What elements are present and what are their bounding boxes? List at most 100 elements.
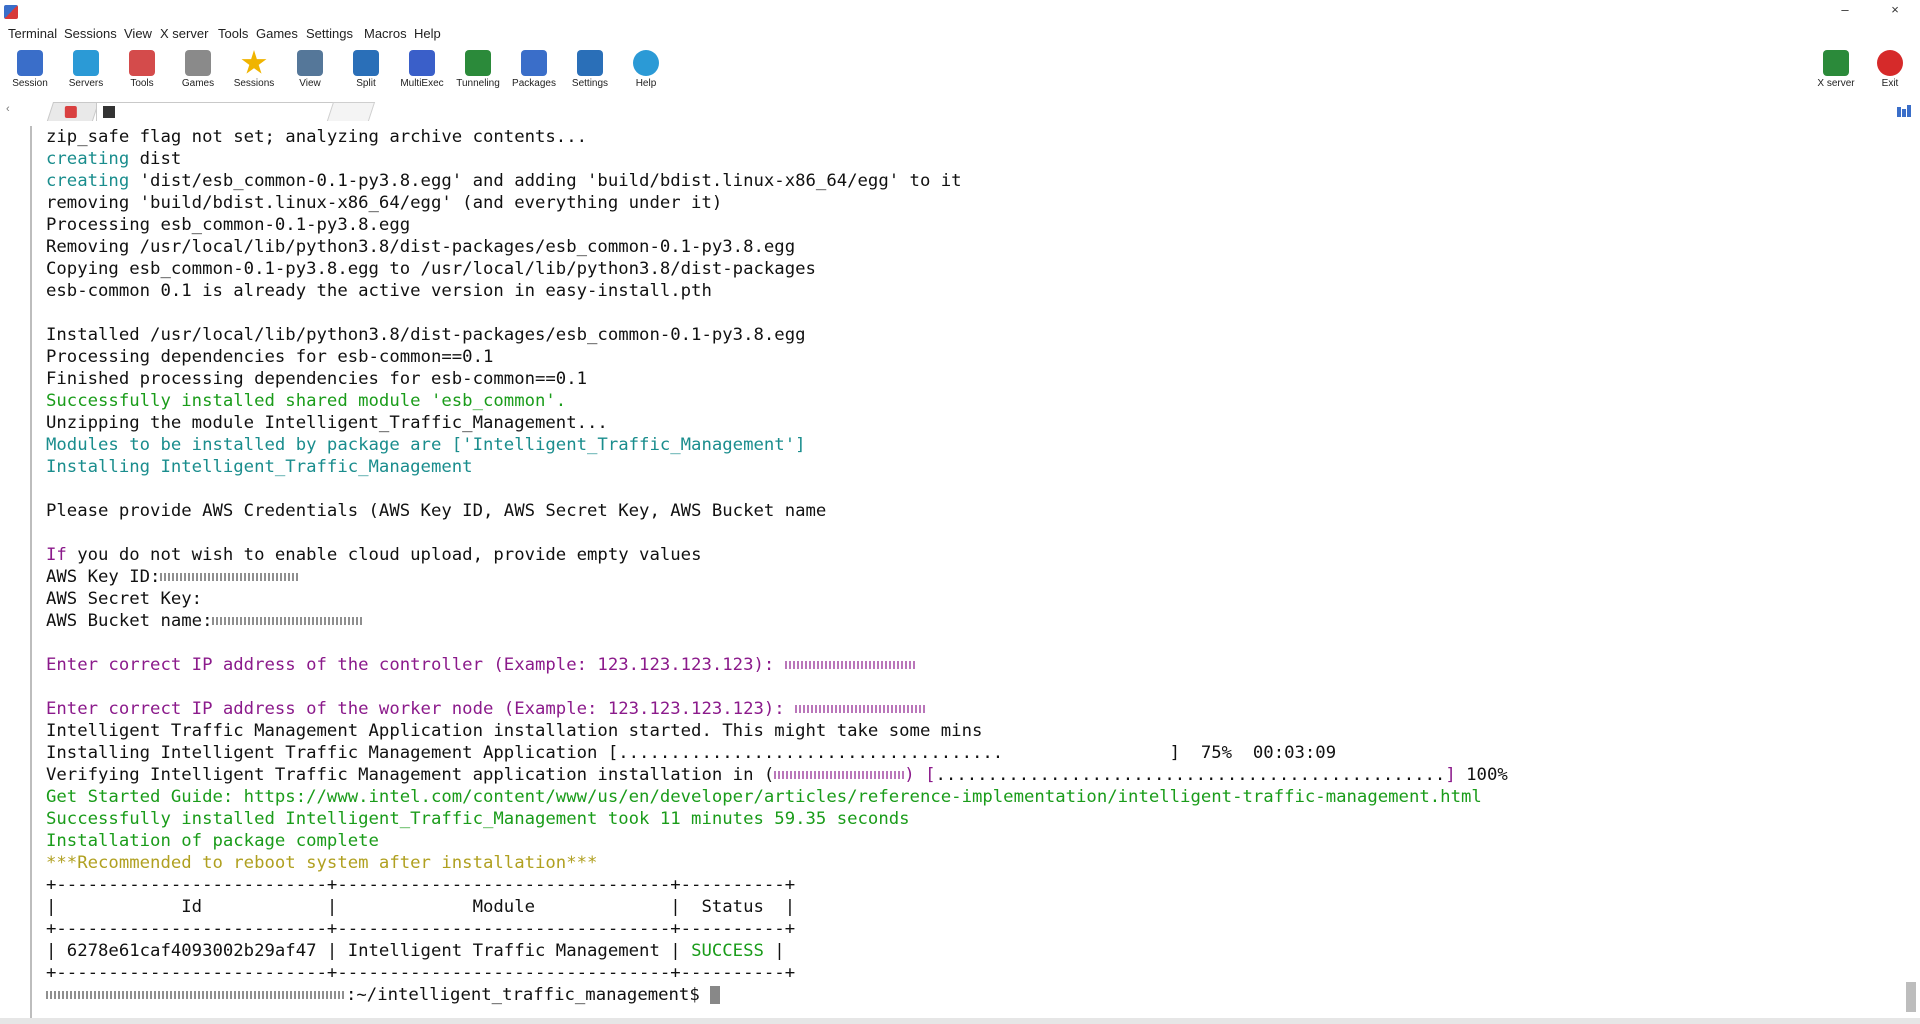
menu-settings[interactable]: Settings [306,26,353,41]
terminal-segment: Installing Intelligent_Traffic_Managemen… [46,457,473,477]
terminal-segment: Installing Intelligent Traffic Managemen… [46,743,1337,763]
toolbar-button-x-server[interactable]: X server [1808,48,1864,92]
exit-icon [1877,50,1903,76]
packages-icon [521,50,547,76]
tab-scroll-left-button[interactable]: ‹ [6,103,10,115]
toolbar-button-tunneling[interactable]: Tunneling [450,48,506,92]
toolbar-button-servers[interactable]: Servers [58,48,114,92]
help-icon [633,50,659,76]
terminal-line: Installing Intelligent_Traffic_Managemen… [46,456,1902,478]
terminal-segment: Installation of package complete [46,831,379,851]
toolbar-button-help[interactable]: Help [618,48,674,92]
tab-home[interactable] [46,102,100,121]
toolbar-label: Help [635,78,657,89]
terminal-segment: Successfully installed Intelligent_Traff… [46,809,910,829]
toolbar-label: Sessions [233,78,275,89]
terminal-line: +--------------------------+------------… [46,874,1902,896]
redacted-text [774,771,905,779]
toolbar-button-multiexec[interactable]: MultiExec [394,48,450,92]
terminal-icon [103,106,115,118]
toolbar-button-sessions[interactable]: Sessions [226,48,282,92]
toolbar-button-split[interactable]: Split [338,48,394,92]
toolbar-label: X server [1817,78,1855,89]
terminal-line: Installation of package complete [46,830,1902,852]
settings-icon [577,50,603,76]
terminal-segment: :~/intelligent_traffic_management$ [346,985,711,1005]
terminal-segment: esb-common 0.1 is already the active ver… [46,281,712,301]
terminal-segment: removing 'build/bdist.linux-x86_64/egg' … [46,193,723,213]
status-bar [0,1018,1920,1024]
terminal-line: Verifying Intelligent Traffic Management… [46,764,1902,786]
toolbar-label: MultiExec [400,78,444,89]
pin-icon[interactable] [1896,104,1912,118]
multiexec-icon [409,50,435,76]
tab-session[interactable] [96,102,338,121]
terminal-segment: AWS Bucket name: [46,611,213,631]
terminal-segment: ***Recommended to reboot system after in… [46,853,598,873]
terminal-line: Enter correct IP address of the worker n… [46,698,1902,720]
terminal-segment: Copying esb_common-0.1-py3.8.egg to /usr… [46,259,816,279]
terminal-line: +--------------------------+------------… [46,918,1902,940]
toolbar-button-tools[interactable]: Tools [114,48,170,92]
toolbar-button-settings[interactable]: Settings [562,48,618,92]
terminal-segment: | Id | Module | Status | [46,897,796,917]
session-icon [17,50,43,76]
terminal-line: Get Started Guide: https://www.intel.com… [46,786,1902,808]
redacted-text [784,661,915,669]
terminal-segment: Successfully installed shared module 'es… [46,391,567,411]
view-icon [297,50,323,76]
tunneling-icon [465,50,491,76]
terminal-segment: 100% [1455,765,1508,785]
terminal-segment: you do not wish to enable cloud upload, … [66,545,702,565]
terminal-segment: Enter correct IP address of the worker n… [46,699,796,719]
terminal-line: +--------------------------+------------… [46,962,1902,984]
terminal-text: zip_safe flag not set; analyzing archive… [32,126,1902,1006]
toolbar: Session Servers Tools Games Sessions View Spli… [0,44,1920,94]
toolbar-button-exit[interactable]: Exit [1862,48,1918,92]
terminal-segment: 'dist/esb_common-0.1-py3.8.egg' and addi… [129,171,962,191]
terminal-segment: AWS Key ID: [46,567,161,587]
terminal-segment: Installed /usr/local/lib/python3.8/dist-… [46,325,806,345]
menu-xserver[interactable]: X server [160,26,208,41]
redacted-text [46,991,346,999]
xserver-icon [1823,50,1849,76]
terminal-output[interactable]: zip_safe flag not set; analyzing archive… [30,126,1902,1024]
toolbar-button-packages[interactable]: Packages [506,48,562,92]
terminal-segment: Unzipping the module Intelligent_Traffic… [46,413,608,433]
terminal-scrollbar[interactable] [1904,126,1918,1024]
terminal-line: AWS Bucket name: [46,610,1902,632]
terminal-line: Processing dependencies for esb-common==… [46,346,1902,368]
toolbar-label: Session [12,78,48,89]
terminal-segment: SUCCESS [691,941,764,961]
toolbar-label: Exit [1881,78,1899,89]
menu-games[interactable]: Games [256,26,298,41]
toolbar-button-session[interactable]: Session [2,48,58,92]
tools-icon [129,50,155,76]
terminal-line: esb-common 0.1 is already the active ver… [46,280,1902,302]
terminal-line: | 6278e61caf4093002b29af47 | Intelligent… [46,940,1902,962]
toolbar-button-games[interactable]: Games [170,48,226,92]
toolbar-label: Tunneling [456,78,500,89]
terminal-segment: Get Started Guide: https://www.intel.com… [46,787,1482,807]
tab-new[interactable] [326,102,376,121]
menu-help[interactable]: Help [414,26,441,41]
toolbar-button-view[interactable]: View [282,48,338,92]
menu-macros[interactable]: Macros [364,26,407,41]
terminal-cursor [710,986,721,1004]
terminal-line: AWS Secret Key: [46,588,1902,610]
menu-view[interactable]: View [124,26,152,41]
terminal-segment: dist [129,149,182,169]
minimize-button[interactable]: – [1834,2,1856,17]
terminal-line: Installing Intelligent Traffic Managemen… [46,742,1902,764]
menu-tools[interactable]: Tools [218,26,248,41]
terminal-segment: +--------------------------+------------… [46,875,796,895]
menu-sessions[interactable]: Sessions [64,26,117,41]
terminal-line: Modules to be installed by package are [… [46,434,1902,456]
menu-terminal[interactable]: Terminal [8,26,57,41]
games-icon [185,50,211,76]
terminal-line: Removing /usr/local/lib/python3.8/dist-p… [46,236,1902,258]
close-button[interactable]: × [1884,2,1906,17]
scrollbar-thumb[interactable] [1906,982,1916,1012]
